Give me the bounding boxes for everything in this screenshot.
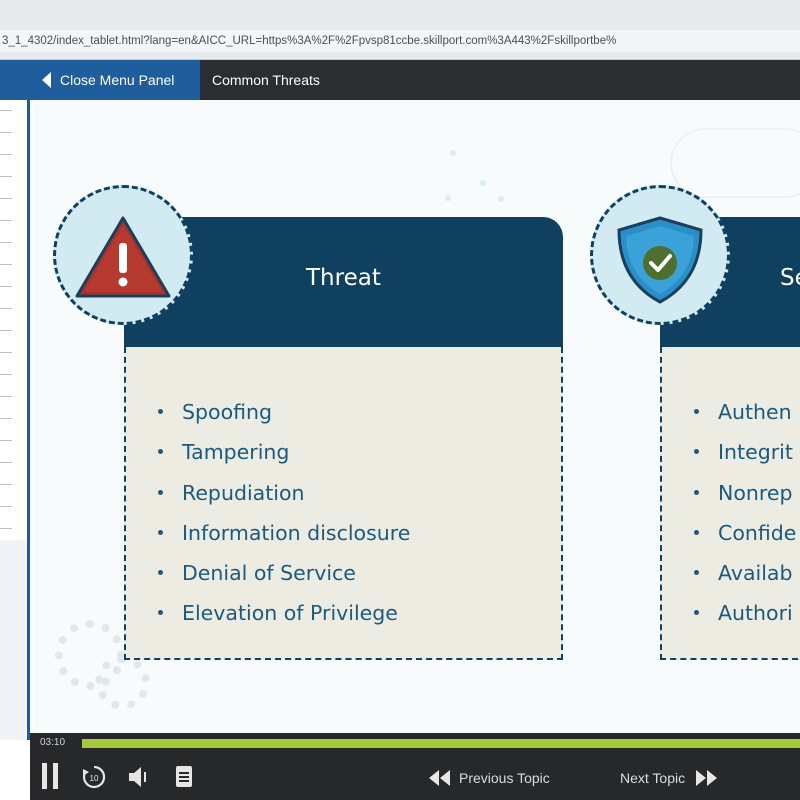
previous-topic-label: Previous Topic <box>459 770 550 786</box>
elapsed-time: 03:10 <box>40 737 66 748</box>
volume-button[interactable] <box>126 763 152 793</box>
slide-area: Threat Spoofing Tampering Repudiation In… <box>33 100 800 733</box>
list-item: Denial of Service <box>156 553 561 593</box>
pause-icon <box>42 763 47 789</box>
menu-panel-footer <box>0 540 27 740</box>
chevron-left-icon <box>42 72 51 88</box>
transcript-button[interactable] <box>173 763 195 793</box>
warning-badge <box>53 185 193 325</box>
player-controls: 03:10 10 Previous Topic Next Topic <box>30 733 800 800</box>
list-item: Tampering <box>156 432 561 472</box>
svg-text:10: 10 <box>90 774 99 783</box>
list-item: Availab <box>692 553 800 593</box>
close-menu-panel-label: Close Menu Panel <box>60 72 175 88</box>
list-item: Repudiation <box>156 473 561 513</box>
threat-list: Spoofing Tampering Repudiation Informati… <box>126 347 561 634</box>
double-chevron-left-icon <box>429 770 450 786</box>
menu-list <box>0 110 12 540</box>
replay-10-button[interactable]: 10 <box>80 763 110 793</box>
double-chevron-right-icon <box>696 770 718 786</box>
progress-area: 03:10 <box>30 733 800 755</box>
url-field[interactable]: 3_1_4302/index_tablet.html?lang=en&AICC_… <box>0 30 800 52</box>
list-item: Information disclosure <box>156 513 561 553</box>
menu-panel[interactable] <box>0 100 30 740</box>
list-item: Nonrep <box>692 473 800 513</box>
security-card-body: Authen Integrit Nonrep Confide Availab A… <box>660 347 800 660</box>
course-navbar: Close Menu Panel Common Threats <box>0 60 800 100</box>
pause-button[interactable] <box>40 763 62 793</box>
threat-card-title: Threat <box>306 265 381 291</box>
progress-fill <box>82 739 800 748</box>
previous-topic-button[interactable]: Previous Topic <box>427 767 550 789</box>
shield-check-icon <box>617 216 703 304</box>
list-item: Confide <box>692 513 800 553</box>
security-card-title: Se <box>780 265 800 291</box>
shield-badge <box>590 185 730 325</box>
threat-card-body: Spoofing Tampering Repudiation Informati… <box>124 347 563 660</box>
gear-decoration-icon <box>95 655 150 710</box>
list-item: Authori <box>692 593 800 633</box>
list-item: Authen <box>692 392 800 432</box>
volume-icon <box>129 767 146 787</box>
replay-10-icon: 10 <box>82 765 106 789</box>
transcript-icon <box>176 766 192 787</box>
next-topic-button[interactable]: Next Topic <box>620 767 719 789</box>
list-item: Integrit <box>692 432 800 472</box>
warning-triangle-icon <box>75 216 171 298</box>
list-item: Spoofing <box>156 392 561 432</box>
close-menu-panel-button[interactable]: Close Menu Panel <box>0 60 200 100</box>
security-list: Authen Integrit Nonrep Confide Availab A… <box>662 347 800 634</box>
progress-bar[interactable] <box>82 739 800 748</box>
next-topic-label: Next Topic <box>620 770 686 786</box>
list-item: Elevation of Privilege <box>156 593 561 633</box>
topic-title: Common Threats <box>212 72 320 88</box>
browser-address-bar: 3_1_4302/index_tablet.html?lang=en&AICC_… <box>0 0 800 60</box>
